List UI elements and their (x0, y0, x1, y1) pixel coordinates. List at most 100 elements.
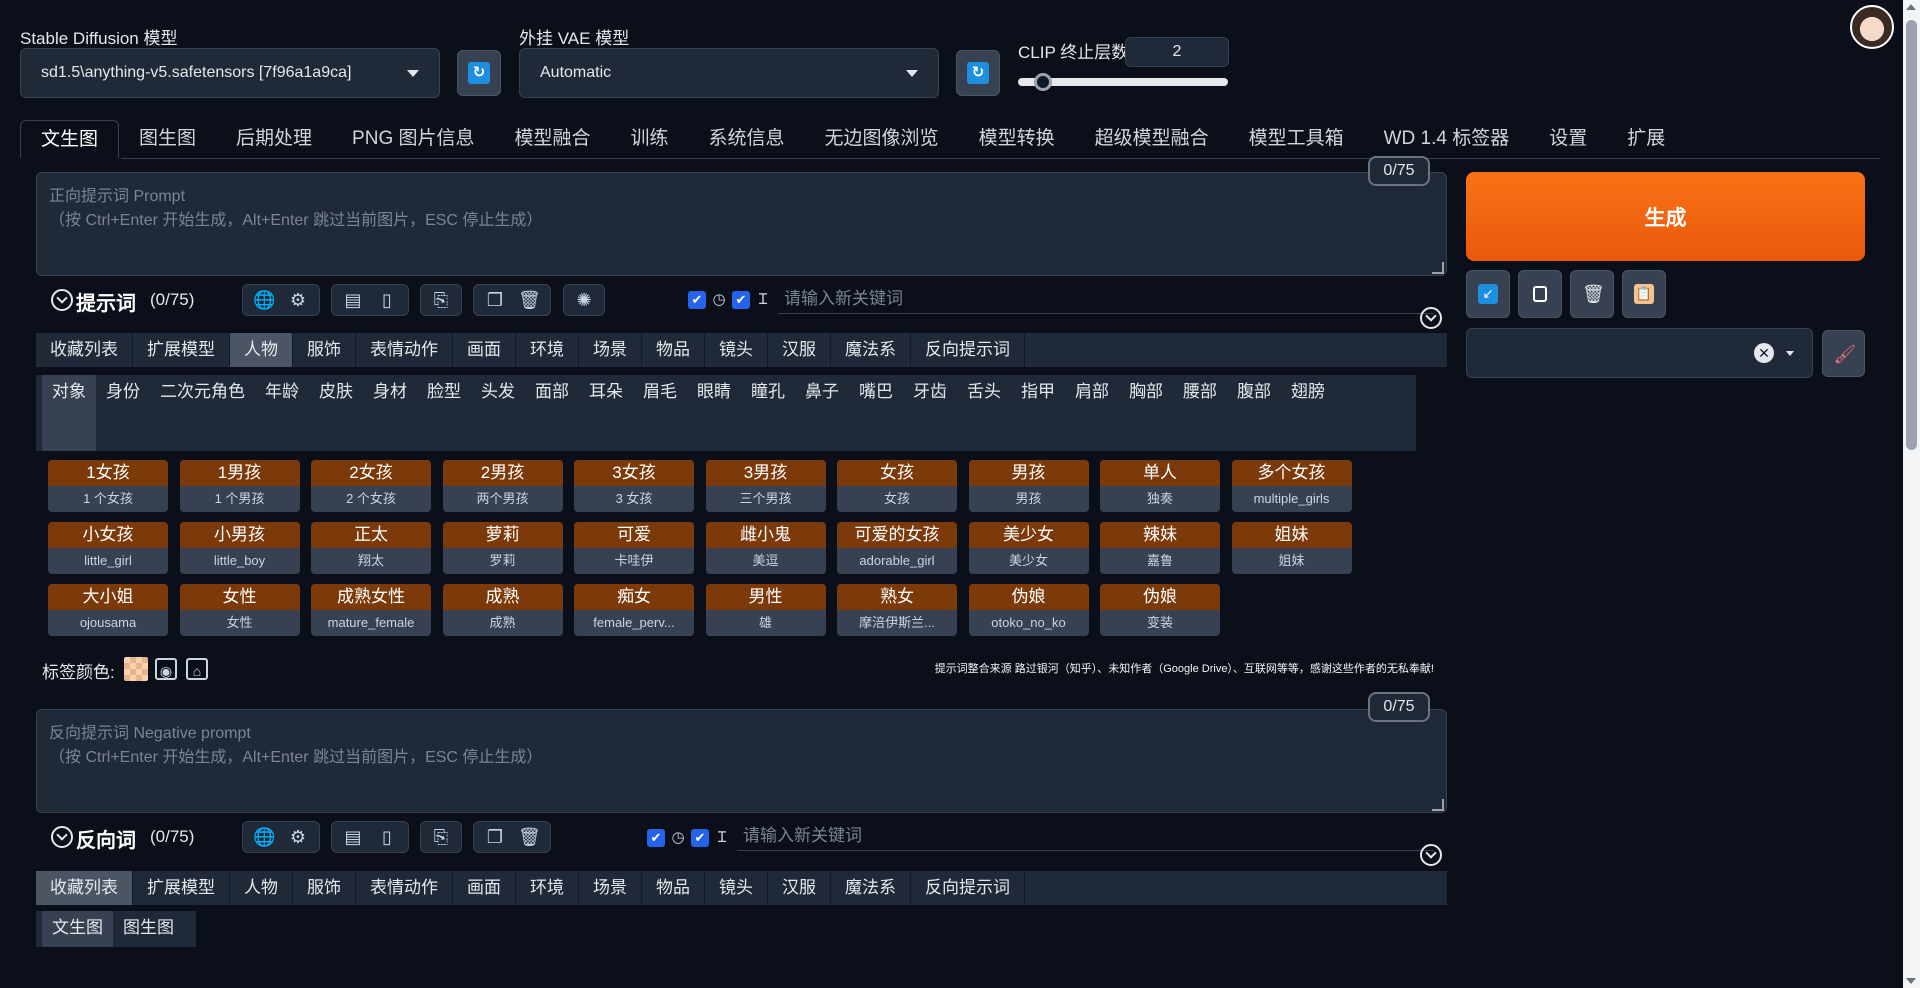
clear-prompt-button[interactable] (1518, 270, 1562, 318)
vae-refresh-button[interactable]: ↻ (956, 50, 1000, 96)
checkbox-checked-icon[interactable]: ✔ (647, 829, 665, 847)
gear-icon[interactable]: ⚙ (287, 826, 309, 848)
tab-image-browser[interactable]: 无边图像浏览 (805, 120, 959, 158)
color-swatch-icon[interactable] (124, 657, 148, 681)
category-expression[interactable]: 表情动作 (356, 333, 453, 367)
subcategory-item[interactable]: 眼睛 (687, 375, 741, 451)
tag-chip[interactable]: 3女孩 3 女孩 (574, 460, 694, 512)
category-clothing[interactable]: 服饰 (293, 871, 356, 905)
prompt-keyword-input[interactable]: 请输入新关键词 (778, 284, 1434, 314)
subcategory-item[interactable]: 腰部 (1173, 375, 1227, 451)
globe-icon[interactable]: 🌐 (253, 289, 275, 311)
tag-chip[interactable]: 2男孩 两个男孩 (442, 460, 563, 512)
category-negative[interactable]: 反向提示词 (911, 333, 1025, 367)
tab-model-toolkit[interactable]: 模型工具箱 (1229, 120, 1364, 158)
expand-chevron-icon[interactable] (1420, 307, 1442, 329)
paste-styles-button[interactable]: 📋 (1622, 270, 1666, 318)
subcategory-item[interactable]: 肩部 (1065, 375, 1119, 451)
subtab-txt2img[interactable]: 文生图 (42, 911, 113, 947)
category-magic[interactable]: 魔法系 (831, 333, 911, 367)
tab-png-info[interactable]: PNG 图片信息 (332, 120, 494, 158)
tab-checkpoint-merger[interactable]: 模型融合 (495, 120, 611, 158)
tag-chip[interactable]: 1男孩 1 个男孩 (179, 460, 300, 512)
subcategory-item[interactable]: 嘴巴 (849, 375, 903, 451)
subcategory-item[interactable]: 翅膀 (1281, 375, 1335, 451)
tag-chip[interactable]: 可爱 卡哇伊 (574, 522, 694, 574)
tag-chip[interactable]: 姐妹 姐妹 (1231, 522, 1352, 574)
subcategory-item[interactable]: 舌头 (957, 375, 1011, 451)
subcategory-item[interactable]: 瞳孔 (741, 375, 795, 451)
tag-chip[interactable]: 小女孩 little_girl (48, 522, 168, 574)
copy-icon[interactable]: ❐ (484, 289, 506, 311)
avatar[interactable] (1850, 5, 1894, 49)
clip-skip-slider-thumb[interactable] (1034, 73, 1052, 91)
tag-chip[interactable]: 2女孩 2 个女孩 (311, 460, 431, 512)
tag-chip[interactable]: 女孩 女孩 (837, 460, 957, 512)
category-items[interactable]: 物品 (642, 333, 705, 367)
category-favorites[interactable]: 收藏列表 (36, 871, 133, 905)
tab-train[interactable]: 训练 (611, 120, 689, 158)
subcategory-item[interactable]: 眉毛 (633, 375, 687, 451)
trash-icon[interactable]: 🗑 (518, 826, 541, 848)
tag-chip[interactable]: 雌小鬼 美逗 (705, 522, 826, 574)
subcategory-item[interactable]: 皮肤 (309, 375, 363, 451)
read-params-button[interactable]: ↙ (1466, 270, 1510, 318)
tab-system-info[interactable]: 系统信息 (689, 120, 805, 158)
collapse-toggle-icon[interactable] (51, 289, 73, 311)
tag-chip[interactable]: 美少女 美少女 (968, 522, 1089, 574)
category-environment[interactable]: 环境 (516, 871, 579, 905)
reset-color-icon[interactable]: ⌂ (186, 658, 208, 680)
category-camera[interactable]: 镜头 (705, 871, 768, 905)
subcategory-item[interactable]: 对象 (42, 375, 96, 451)
tag-chip[interactable]: 正太 翔太 (311, 522, 431, 574)
timer-icon[interactable]: ◷ (710, 289, 728, 311)
tag-chip[interactable]: 男孩 男孩 (968, 460, 1089, 512)
subcategory-item[interactable]: 耳朵 (579, 375, 633, 451)
tag-chip[interactable]: 熟女 摩涪伊斯兰... (837, 584, 957, 636)
category-scene[interactable]: 场景 (579, 333, 642, 367)
subcategory-item[interactable]: 胸部 (1119, 375, 1173, 451)
trash-button[interactable]: 🗑 (1570, 270, 1614, 318)
tab-model-convert[interactable]: 模型转换 (959, 120, 1075, 158)
prompt-textarea[interactable]: 正向提示词 Prompt （按 Ctrl+Enter 开始生成，Alt+Ente… (36, 172, 1447, 276)
sd-refresh-button[interactable]: ↻ (457, 50, 501, 96)
text-cursor-icon[interactable]: Ɪ (754, 289, 772, 311)
category-camera[interactable]: 镜头 (705, 333, 768, 367)
category-items[interactable]: 物品 (642, 871, 705, 905)
edit-styles-button[interactable]: 🖌 (1822, 330, 1865, 377)
resize-grip-icon[interactable] (1432, 262, 1444, 274)
chatgpt-icon[interactable]: ✺ (574, 289, 594, 311)
tag-chip[interactable]: 可爱的女孩 adorable_girl (837, 522, 957, 574)
tag-chip[interactable]: 多个女孩 multiple_girls (1231, 460, 1352, 512)
timer-icon[interactable]: ◷ (669, 827, 687, 849)
history-icon[interactable]: ▤ (342, 289, 364, 311)
category-person[interactable]: 人物 (230, 333, 293, 367)
expand-chevron-icon[interactable] (1420, 844, 1442, 866)
tag-chip[interactable]: 痴女 female_perv... (574, 584, 694, 636)
translate-icon[interactable]: ⎘ (431, 289, 451, 311)
tag-chip[interactable]: 伪娘 变装 (1100, 584, 1220, 636)
subcategory-item[interactable]: 头发 (471, 375, 525, 451)
category-hanfu[interactable]: 汉服 (768, 871, 831, 905)
negative-keyword-input[interactable]: 请输入新关键词 (737, 821, 1434, 851)
category-extensions[interactable]: 扩展模型 (133, 871, 230, 905)
scroll-down-icon[interactable] (1906, 978, 1916, 984)
subcategory-item[interactable]: 牙齿 (903, 375, 957, 451)
category-magic[interactable]: 魔法系 (831, 871, 911, 905)
tag-chip[interactable]: 小男孩 little_boy (179, 522, 300, 574)
tag-chip[interactable]: 伪娘 otoko_no_ko (968, 584, 1089, 636)
category-clothing[interactable]: 服饰 (293, 333, 356, 367)
generate-button[interactable]: 生成 (1466, 172, 1865, 261)
gear-icon[interactable]: ⚙ (287, 289, 309, 311)
subcategory-item[interactable]: 指甲 (1011, 375, 1065, 451)
tab-extras[interactable]: 后期处理 (216, 120, 332, 158)
styles-select[interactable]: ✕ (1466, 328, 1813, 378)
tag-chip[interactable]: 萝莉 罗莉 (442, 522, 563, 574)
sd-model-select[interactable]: sd1.5\anything-v5.safetensors [7f96a1a9c… (20, 48, 440, 98)
category-person[interactable]: 人物 (230, 871, 293, 905)
globe-icon[interactable]: 🌐 (253, 826, 275, 848)
tag-chip[interactable]: 成熟女性 mature_female (311, 584, 431, 636)
subcategory-item[interactable]: 身份 (96, 375, 150, 451)
checkbox-checked-icon[interactable]: ✔ (688, 291, 706, 309)
scroll-up-icon[interactable] (1906, 4, 1916, 10)
